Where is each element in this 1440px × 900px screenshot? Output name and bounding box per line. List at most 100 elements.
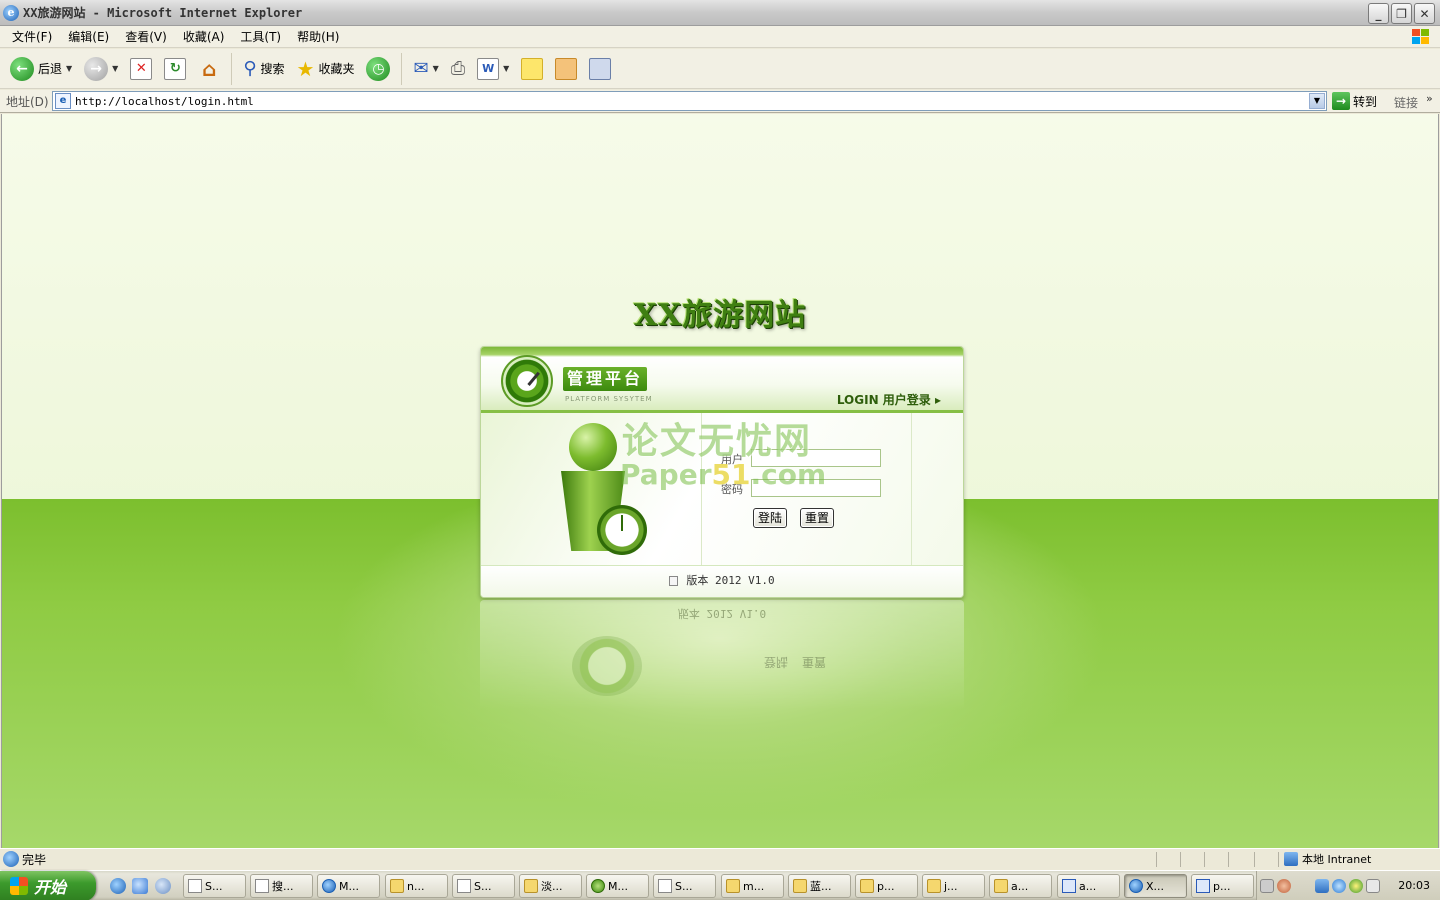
globe-icon[interactable] — [1332, 879, 1346, 893]
forward-button[interactable]: → ▼ — [80, 53, 122, 85]
links-button[interactable]: 链接 — [1394, 94, 1418, 111]
task-label: 淡... — [541, 880, 563, 893]
watermark-url: Paper51.com — [620, 458, 826, 491]
taskbar-task-button[interactable]: p... — [1191, 874, 1254, 898]
user-login-link[interactable]: LOGIN 用户登录 ▸ — [837, 391, 941, 408]
menu-edit[interactable]: 编辑(E) — [60, 28, 117, 45]
taskbar-task-button[interactable]: a... — [1057, 874, 1120, 898]
research-button[interactable] — [551, 53, 581, 85]
taskbar-task-button[interactable]: j... — [922, 874, 985, 898]
address-bar: 地址(D) e http://localhost/login.html ▼ → … — [0, 90, 1440, 113]
address-label: 地址(D) — [6, 94, 49, 109]
stop-icon: ✕ — [130, 57, 153, 80]
task-label: m... — [743, 879, 765, 893]
windows-flag-icon — [1412, 29, 1429, 44]
watermark-chinese: 论文无忧网 — [622, 421, 813, 462]
address-url[interactable]: http://localhost/login.html — [75, 95, 254, 108]
links-more-icon[interactable]: » — [1426, 92, 1433, 105]
security-shield-icon[interactable] — [1349, 879, 1363, 893]
panel-divider — [911, 413, 912, 565]
menu-tools[interactable]: 工具(T) — [232, 28, 289, 45]
stop-button[interactable]: ✕ — [126, 53, 156, 85]
quicklaunch-ie-icon[interactable] — [110, 878, 126, 894]
taskbar-task-button[interactable]: p... — [855, 874, 918, 898]
edit-button[interactable]: W ▼ — [473, 53, 513, 85]
login-button[interactable]: 登陆 — [753, 508, 788, 528]
app-icon — [255, 879, 269, 893]
task-label: 搜... — [272, 880, 294, 893]
history-button[interactable]: ◷ — [362, 53, 394, 85]
forward-arrow-icon: → — [84, 56, 109, 81]
watermark-url-part: Paper — [620, 458, 712, 491]
search-button[interactable]: ⚲ 搜索 — [239, 53, 288, 85]
network-icon[interactable] — [1315, 879, 1329, 893]
messenger-button[interactable] — [585, 53, 615, 85]
refresh-icon: ↻ — [164, 57, 187, 80]
taskbar-task-button[interactable]: M... — [586, 874, 649, 898]
menu-view[interactable]: 查看(V) — [117, 28, 175, 45]
zone-text: 本地 Intranet — [1302, 853, 1372, 866]
reflection-login-button: 登陆 — [764, 655, 789, 669]
mail-dropdown-icon[interactable]: ▼ — [433, 64, 439, 73]
menu-bar: 文件(F) 编辑(E) 查看(V) 收藏(A) 工具(T) 帮助(H) — [0, 26, 1440, 48]
minimize-button[interactable]: _ — [1368, 3, 1389, 24]
quicklaunch-messenger-icon[interactable] — [155, 878, 171, 894]
word-icon — [1062, 879, 1076, 893]
go-button[interactable]: → 转到 — [1332, 92, 1377, 110]
address-input[interactable]: e http://localhost/login.html ▼ — [52, 91, 1327, 111]
status-bar: 完毕 本地 Intranet — [0, 848, 1440, 869]
address-dropdown-icon[interactable]: ▼ — [1309, 93, 1325, 109]
menu-help[interactable]: 帮助(H) — [289, 28, 347, 45]
reflection-clock-icon — [572, 636, 642, 696]
security-zone[interactable]: 本地 Intranet — [1284, 851, 1371, 867]
taskbar-task-button[interactable]: n... — [385, 874, 448, 898]
ie-icon — [322, 879, 336, 893]
taskbar-task-button[interactable]: X... — [1124, 874, 1187, 898]
platform-logo-icon — [501, 355, 553, 407]
clock[interactable]: 20:03 — [1398, 879, 1430, 892]
status-separator — [1254, 852, 1255, 867]
watermark-url-part: .com — [750, 458, 827, 491]
favorites-button[interactable]: ★ 收藏夹 — [293, 53, 359, 85]
back-dropdown-icon[interactable]: ▼ — [66, 64, 72, 73]
windows-logo-icon — [10, 877, 28, 895]
back-button[interactable]: ← 后退 ▼ — [6, 53, 76, 85]
taskbar-task-button[interactable]: S... — [183, 874, 246, 898]
close-button[interactable]: ✕ — [1414, 3, 1435, 24]
print-button[interactable]: ⎙ — [447, 53, 469, 85]
platform-subtitle: PLATFORM SYSYTEM — [565, 395, 653, 403]
reflection-version-text: 版本 2012 V1.0 — [677, 607, 767, 620]
menu-favorites[interactable]: 收藏(A) — [175, 28, 233, 45]
page-status-icon — [3, 851, 19, 867]
tray-expand-icon[interactable] — [1277, 879, 1291, 893]
folder-icon — [860, 879, 874, 893]
note-button[interactable] — [517, 53, 547, 85]
reset-button[interactable]: 重置 — [800, 508, 835, 528]
refresh-button[interactable]: ↻ — [160, 53, 190, 85]
keyboard-icon[interactable] — [1260, 879, 1274, 893]
taskbar-task-button[interactable]: a... — [989, 874, 1052, 898]
app-green-icon — [591, 879, 605, 893]
taskbar-task-button[interactable]: 淡... — [519, 874, 582, 898]
taskbar-task-button[interactable]: m... — [721, 874, 784, 898]
menu-file[interactable]: 文件(F) — [4, 28, 60, 45]
maximize-button[interactable]: ❐ — [1391, 3, 1412, 24]
mail-button[interactable]: ✉ ▼ — [409, 53, 442, 85]
taskbar-task-button[interactable]: M... — [317, 874, 380, 898]
version-text: 版本 2012 V1.0 — [686, 574, 775, 587]
taskbar-task-button[interactable]: 搜... — [250, 874, 313, 898]
mail-icon: ✉ — [413, 58, 429, 79]
quicklaunch-outlook-icon[interactable] — [132, 878, 148, 894]
forward-dropdown-icon[interactable]: ▼ — [112, 64, 118, 73]
taskbar-task-button[interactable]: 蓝... — [788, 874, 851, 898]
status-separator — [1156, 852, 1157, 867]
taskbar-task-button[interactable]: S... — [653, 874, 716, 898]
taskbar-task-button[interactable]: S... — [452, 874, 515, 898]
volume-icon[interactable] — [1366, 879, 1380, 893]
edit-dropdown-icon[interactable]: ▼ — [503, 64, 509, 73]
site-title: XX旅游网站 — [633, 298, 807, 333]
home-button[interactable]: ⌂ — [194, 53, 224, 85]
app-icon — [457, 879, 471, 893]
folder-icon — [793, 879, 807, 893]
start-button[interactable]: 开始 — [0, 871, 96, 900]
